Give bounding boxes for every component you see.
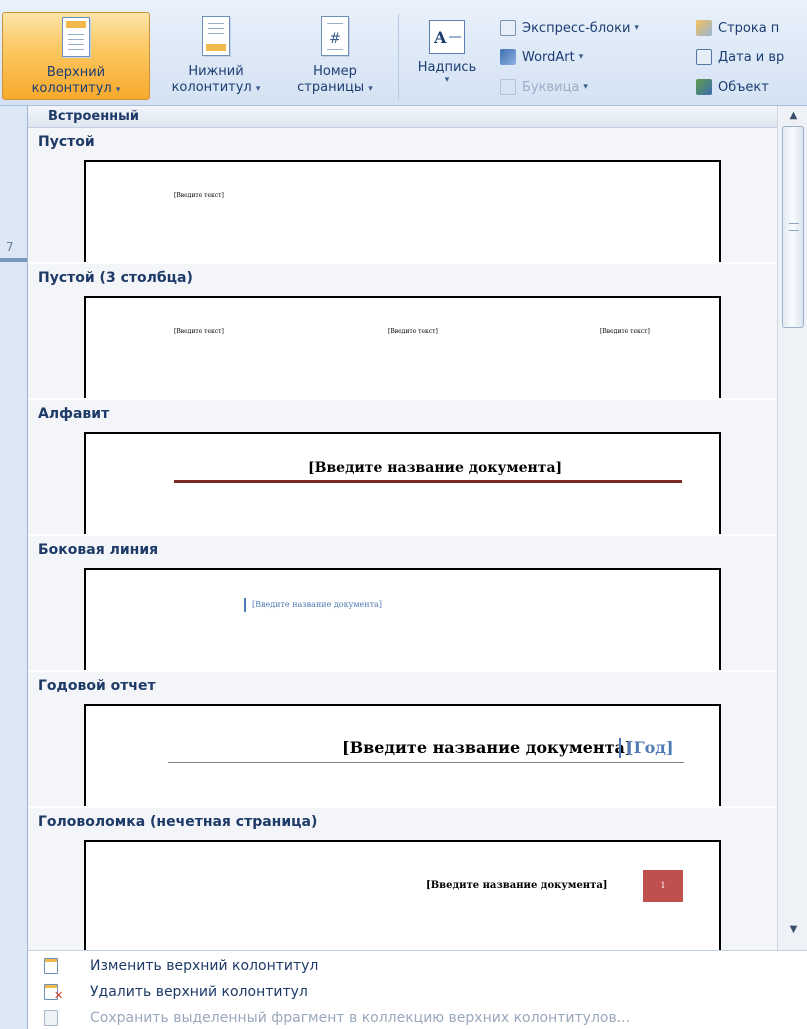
preview-document-title: [Введите название документа]	[252, 600, 382, 609]
chevron-down-icon: ▾	[368, 84, 373, 94]
page-number-icon: #	[321, 16, 349, 56]
textbox-icon: A	[429, 20, 465, 54]
preview-page-badge: 1	[643, 870, 683, 902]
chevron-down-icon: ▾	[115, 85, 121, 95]
wordart-button[interactable]: WordArt ▾	[500, 47, 583, 67]
header-preview: [Введите название документа] [Год]	[84, 704, 721, 806]
gallery-list: Пустой [Введите текст] Пустой (3 столбца…	[28, 128, 777, 950]
ruler-number: 7	[6, 240, 14, 254]
chevron-down-icon: ▾	[444, 75, 450, 85]
textbox-label: Надпись	[417, 60, 477, 75]
footer-button-label-1: Нижний	[188, 64, 244, 79]
preview-placeholder-center: [Введите текст]	[388, 328, 438, 335]
signature-line-icon	[696, 20, 712, 36]
scroll-up-arrow-icon[interactable]: ▲	[778, 106, 807, 126]
header-preview: [Введите текст]	[84, 160, 721, 262]
insert-ribbon: Верхний колонтитул ▾ Нижний колонтитул ▾…	[0, 0, 807, 106]
header-button[interactable]: Верхний колонтитул ▾	[2, 12, 150, 100]
quick-parts-label: Экспресс-блоки	[522, 20, 631, 36]
header-gallery-dropdown: Встроенный Пустой [Введите текст] Пустой…	[27, 106, 807, 1029]
preview-placeholder-left: [Введите текст]	[174, 328, 224, 335]
gallery-item-side-line[interactable]: Боковая линия [Введите название документ…	[28, 536, 777, 670]
gallery-item-annual-report[interactable]: Годовой отчет [Введите название документ…	[28, 672, 777, 806]
gallery-item-title: Алфавит	[38, 406, 110, 422]
footer-button-label-2: колонтитул	[171, 80, 252, 95]
object-button[interactable]: Объект	[696, 77, 769, 97]
object-label: Объект	[718, 79, 769, 95]
preview-document-title: [Введите название документа]	[426, 880, 608, 891]
header-icon	[62, 17, 90, 57]
preview-underline	[168, 762, 684, 763]
chevron-down-icon: ▾	[255, 84, 261, 94]
dropcap-button[interactable]: Буквица ▾	[500, 77, 588, 97]
gallery-category-header: Встроенный	[28, 106, 777, 128]
header-button-label-2: колонтитул	[31, 81, 112, 96]
header-button-label-1: Верхний	[46, 65, 106, 80]
gallery-item-title: Пустой	[38, 134, 95, 150]
edit-header-menu-item[interactable]: Изменить верхний колонтитул	[28, 953, 807, 979]
gallery-item-title: Головоломка (нечетная страница)	[38, 814, 318, 830]
footer-button[interactable]: Нижний колонтитул ▾	[154, 12, 278, 100]
gallery-item-title: Боковая линия	[38, 542, 159, 558]
remove-header-label: Удалить верхний колонтитул	[90, 984, 308, 1000]
ruler-tick	[0, 258, 27, 262]
page-number-label-1: Номер	[313, 64, 357, 79]
header-preview: [Введите название документа]	[84, 568, 721, 670]
save-selection-menu-item[interactable]: Сохранить выделенный фрагмент в коллекци…	[28, 1005, 807, 1029]
object-icon	[696, 79, 712, 95]
remove-header-menu-item[interactable]: ✕ Удалить верхний колонтитул	[28, 979, 807, 1005]
header-preview: [Введите название документа] 1	[84, 840, 721, 950]
chevron-down-icon: ▾	[634, 23, 639, 33]
textbox-button[interactable]: A Надпись ▾	[410, 20, 484, 100]
gallery-item-title: Годовой отчет	[38, 678, 156, 694]
signature-line-button[interactable]: Строка п	[696, 18, 779, 38]
gallery-item-puzzle-odd[interactable]: Головоломка (нечетная страница) [Введите…	[28, 808, 777, 950]
edit-header-label: Изменить верхний колонтитул	[90, 958, 319, 974]
save-to-gallery-icon	[44, 1010, 58, 1026]
gallery-item-blank-three-columns[interactable]: Пустой (3 столбца) [Введите текст] [Введ…	[28, 264, 777, 398]
scroll-thumb[interactable]	[782, 126, 804, 328]
preview-document-title: [Введите название документа]	[342, 738, 633, 757]
wordart-icon	[500, 49, 516, 65]
dropcap-label: Буквица	[522, 79, 580, 95]
save-selection-label: Сохранить выделенный фрагмент в коллекци…	[90, 1010, 631, 1026]
preview-placeholder: [Введите текст]	[174, 192, 224, 199]
preview-placeholder-right: [Введите текст]	[600, 328, 650, 335]
ribbon-separator	[398, 14, 399, 100]
preview-divider	[619, 738, 621, 758]
wordart-label: WordArt	[522, 49, 575, 65]
gallery-scrollbar[interactable]: ▲ ▼	[777, 106, 807, 950]
signature-line-label: Строка п	[718, 20, 780, 36]
dropcap-icon	[500, 79, 516, 95]
page-badge-number: 1	[660, 881, 666, 890]
calendar-icon	[696, 49, 712, 65]
header-preview: [Введите текст] [Введите текст] [Введите…	[84, 296, 721, 398]
footer-icon	[202, 16, 230, 56]
preview-year: [Год]	[626, 738, 674, 757]
preview-underline	[174, 480, 682, 483]
scroll-grip-icon	[789, 223, 799, 231]
quick-parts-button[interactable]: Экспресс-блоки ▾	[500, 18, 639, 38]
page-number-button[interactable]: # Номер страницы ▾	[280, 12, 390, 100]
scroll-down-arrow-icon[interactable]: ▼	[778, 920, 807, 940]
gallery-item-blank[interactable]: Пустой [Введите текст]	[28, 128, 777, 262]
preview-document-title: [Введите название документа]	[308, 460, 563, 476]
page-number-label-2: страницы	[297, 80, 365, 95]
preview-side-bar	[244, 598, 246, 612]
chevron-down-icon: ▾	[578, 52, 584, 62]
date-time-label: Дата и вр	[718, 49, 785, 65]
gallery-item-title: Пустой (3 столбца)	[38, 270, 193, 286]
document-margin-strip: 7	[0, 106, 27, 1029]
gallery-footer-menu: Изменить верхний колонтитул ✕ Удалить ве…	[28, 950, 807, 1029]
quick-parts-icon	[500, 20, 516, 36]
gallery-item-alphabet[interactable]: Алфавит [Введите название документа]	[28, 400, 777, 534]
edit-header-icon	[44, 958, 58, 974]
header-preview: [Введите название документа]	[84, 432, 721, 534]
chevron-down-icon: ▾	[583, 82, 588, 92]
date-time-button[interactable]: Дата и вр	[696, 47, 784, 67]
delete-x-icon: ✕	[54, 989, 64, 1002]
